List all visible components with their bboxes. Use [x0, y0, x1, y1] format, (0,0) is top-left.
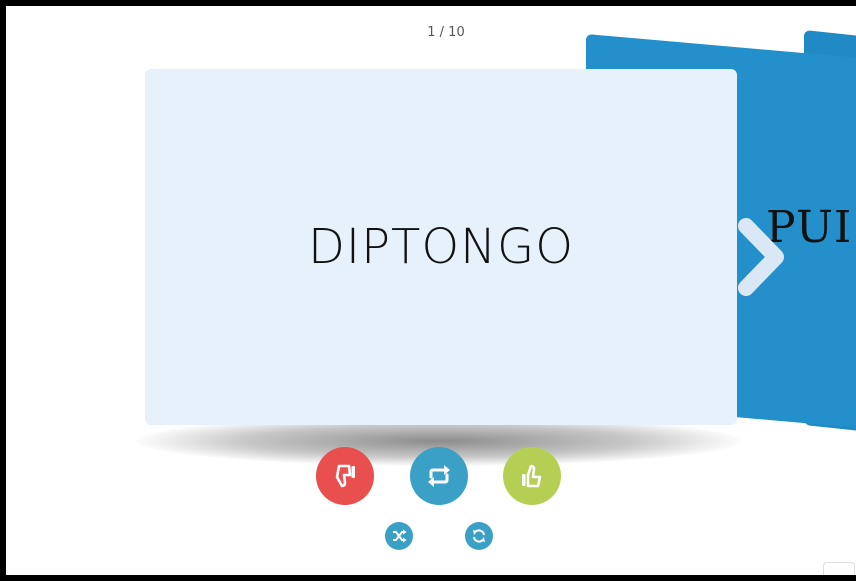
- corner-tab: [823, 562, 855, 575]
- flashcard-viewer: 1 / 10 PUI DIPTONGO: [6, 6, 856, 575]
- thumbs-up-icon: [522, 464, 542, 488]
- restart-button[interactable]: [465, 522, 493, 550]
- refresh-icon: [473, 529, 485, 543]
- dislike-button[interactable]: [316, 447, 374, 505]
- shuffle-icon: [393, 529, 407, 543]
- shuffle-button[interactable]: [385, 522, 413, 550]
- repeat-icon: [428, 465, 450, 487]
- flashcard-front[interactable]: DIPTONGO: [145, 69, 737, 425]
- next-arrow-icon[interactable]: [732, 218, 792, 296]
- card-counter: 1 / 10: [427, 25, 465, 40]
- flip-card-button[interactable]: [410, 447, 468, 505]
- card-term: DIPTONGO: [307, 219, 575, 275]
- like-button[interactable]: [503, 447, 561, 505]
- thumbs-down-icon: [335, 464, 355, 488]
